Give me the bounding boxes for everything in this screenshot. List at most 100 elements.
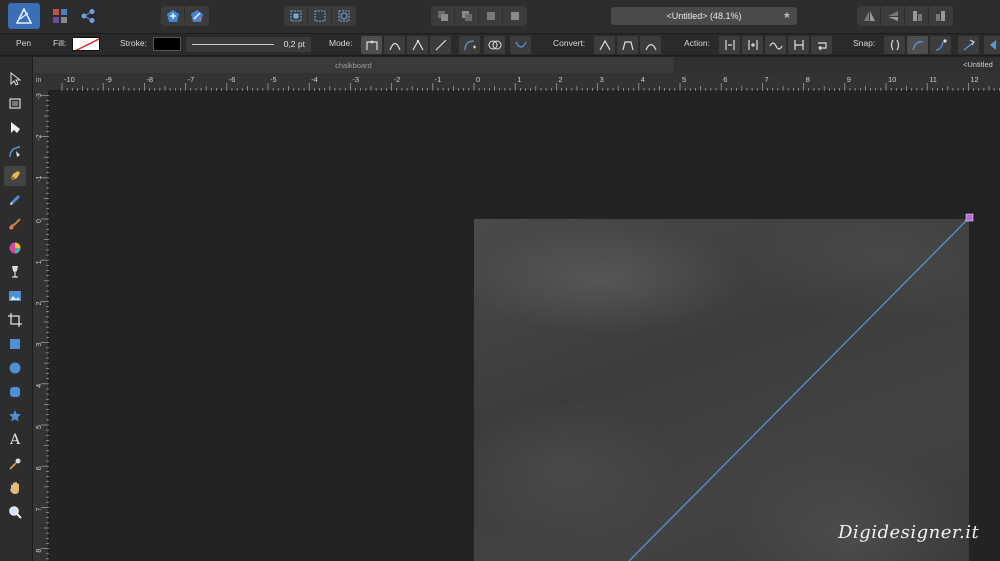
ruler-label: -5: [270, 75, 277, 84]
reverse-curve-button[interactable]: [811, 36, 832, 54]
text-icon: A: [9, 432, 21, 448]
ruler-label: 2: [558, 75, 562, 84]
chalkboard-image[interactable]: [474, 219, 969, 561]
tab-chalkboard[interactable]: chalkboard: [33, 57, 674, 73]
line-mode-icon: [435, 39, 446, 51]
move-to-front-button[interactable]: [503, 6, 527, 26]
place-image-icon: [9, 291, 21, 301]
star-tool[interactable]: [4, 406, 26, 426]
ellipse-tool[interactable]: [4, 358, 26, 378]
break-curve-icon: [724, 40, 735, 50]
snap-curve-icon: [911, 41, 923, 51]
rectangle-tool[interactable]: [4, 334, 26, 354]
rotate-right-button[interactable]: [929, 6, 953, 26]
snap-handles-button[interactable]: [930, 36, 951, 54]
ruler-label: 3: [600, 75, 604, 84]
zoom-tool[interactable]: [4, 502, 26, 522]
ruler-label: 3: [36, 343, 43, 347]
action-label: Action:: [684, 38, 710, 48]
join-curves-button[interactable]: [788, 36, 809, 54]
ruler-label: -2: [394, 75, 401, 84]
snapping-button[interactable]: [185, 6, 209, 26]
ruler-label: 0: [36, 219, 43, 223]
flip-horizontal-icon: [863, 11, 875, 21]
ruler-label: -6: [229, 75, 236, 84]
snap-nodes-button[interactable]: [884, 36, 905, 54]
place-image-tool[interactable]: [4, 286, 26, 306]
snap-angle-button[interactable]: [958, 36, 979, 54]
ruler-label: 4: [641, 75, 645, 84]
close-path-button[interactable]: [742, 36, 763, 54]
corner-tool[interactable]: [4, 142, 26, 162]
transparency-icon: [12, 266, 18, 278]
close-curve-button[interactable]: [510, 36, 531, 54]
smart-mode-button[interactable]: [384, 36, 405, 54]
document-title[interactable]: <Untitled> (48.1%) ★: [611, 7, 797, 25]
ruler-label: 7: [764, 75, 768, 84]
flip-vertical-button[interactable]: [881, 6, 905, 26]
favorite-star-icon[interactable]: ★: [783, 10, 791, 21]
ruler-label: 9: [847, 75, 851, 84]
pen-mode-icon: [365, 40, 378, 50]
rotate-right-icon: [936, 11, 945, 21]
convert-smart-button[interactable]: [640, 36, 661, 54]
assistant-button[interactable]: [161, 6, 185, 26]
rotate-left-button[interactable]: [905, 6, 929, 26]
export-persona-button[interactable]: [78, 5, 98, 27]
smooth-curve-button[interactable]: [765, 36, 786, 54]
fill-tool[interactable]: [4, 238, 26, 258]
new-curve-icon: [463, 40, 476, 51]
ruler-label: 8: [806, 75, 810, 84]
invert-selection-button[interactable]: [332, 6, 356, 26]
new-curve-button[interactable]: [459, 36, 480, 54]
text-tool[interactable]: A: [4, 430, 26, 450]
ruler-label: 8: [36, 549, 43, 553]
artboard-icon: [9, 98, 21, 109]
ruler-label: -3: [352, 75, 359, 84]
ruler-unit: in: [33, 73, 49, 91]
move-to-back-button[interactable]: [431, 6, 455, 26]
convert-label: Convert:: [553, 38, 586, 48]
stroke-width-field[interactable]: 0,2 pt: [186, 37, 311, 52]
pixel-persona-button[interactable]: [50, 5, 70, 27]
node-tool[interactable]: [4, 118, 26, 138]
ruler-label: 0: [476, 75, 480, 84]
move-back-one-button[interactable]: [455, 6, 479, 26]
select-all-button[interactable]: [284, 6, 308, 26]
snap-curve-button[interactable]: [907, 36, 928, 54]
hand-tool[interactable]: [4, 478, 26, 498]
move-forward-one-button[interactable]: [479, 6, 503, 26]
move-back-one-icon: [461, 11, 472, 21]
assistant-group: [161, 6, 209, 26]
close-path-icon: [747, 40, 758, 50]
move-tool[interactable]: [4, 69, 26, 89]
designer-persona-button[interactable]: [8, 3, 40, 29]
geometry-button[interactable]: [484, 36, 505, 54]
pen-mode-button[interactable]: [361, 36, 382, 54]
transparency-tool[interactable]: [4, 262, 26, 282]
tab-untitled[interactable]: <Untitled: [963, 60, 993, 69]
pencil-tool[interactable]: [4, 190, 26, 210]
artboard-tool[interactable]: [4, 93, 26, 113]
horizontal-ruler[interactable]: -10 -9 -8 -7 -6 -5 -4 -3 -2 -1 0 1 2 3 4 5 6 7 8 9 10 11 12: [33, 73, 1000, 91]
convert-sharp-button[interactable]: [594, 36, 615, 54]
break-curve-button[interactable]: [719, 36, 740, 54]
select-none-button[interactable]: [308, 6, 332, 26]
move-to-front-icon: [511, 12, 519, 20]
polygon-mode-button[interactable]: [407, 36, 428, 54]
crop-tool[interactable]: [4, 310, 26, 330]
convert-smooth-button[interactable]: [617, 36, 638, 54]
transform-group: [857, 6, 953, 26]
color-picker-icon: [9, 458, 21, 470]
snap-more-button[interactable]: [984, 36, 1000, 54]
pen-tool[interactable]: [4, 166, 26, 186]
fill-swatch[interactable]: [72, 37, 100, 51]
color-picker-tool[interactable]: [4, 454, 26, 474]
paint-brush-tool[interactable]: [4, 214, 26, 234]
convert-smooth-icon: [621, 41, 634, 51]
stroke-swatch[interactable]: [153, 37, 181, 51]
flip-horizontal-button[interactable]: [857, 6, 881, 26]
line-mode-button[interactable]: [430, 36, 451, 54]
rounded-rectangle-tool[interactable]: [4, 382, 26, 402]
vertical-ruler[interactable]: -3 -2 -1 0 1 2 3 4 5 6 7 8: [33, 73, 49, 561]
